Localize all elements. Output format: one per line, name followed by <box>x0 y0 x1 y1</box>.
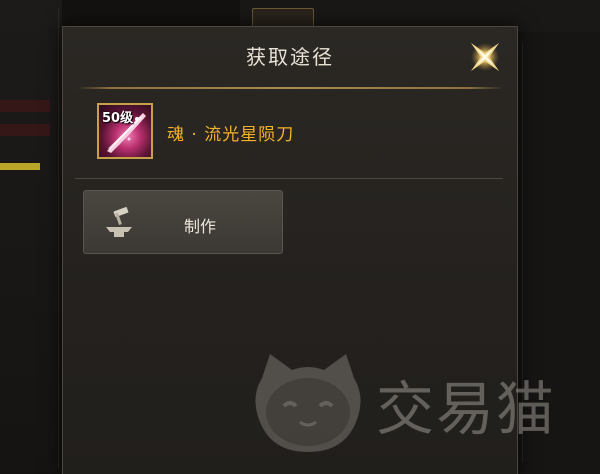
background-bar <box>0 163 40 170</box>
background-red-text <box>0 124 50 136</box>
dialog-title-bar: 获取途径 <box>63 27 517 83</box>
title-divider <box>77 87 503 89</box>
section-divider <box>75 178 503 179</box>
item-row: 50级 魂 · 流光星陨刀 <box>97 103 477 163</box>
watermark-text: 交易猫 <box>376 375 557 443</box>
anvil-hammer-icon <box>102 205 138 241</box>
background-panel-left <box>0 0 62 473</box>
cat-face-logo-icon <box>255 354 361 452</box>
close-icon[interactable] <box>461 33 509 81</box>
craft-source-button[interactable]: 制作 <box>83 190 283 254</box>
craft-label: 制作 <box>184 217 217 236</box>
sword-item-icon[interactable]: 50级 <box>97 103 153 159</box>
dialog-title: 获取途径 <box>246 45 334 69</box>
item-name: 魂 · 流光星陨刀 <box>167 125 295 145</box>
background-red-text <box>0 100 50 112</box>
item-level-badge: 50级 <box>102 111 134 126</box>
watermark: 交易猫 <box>248 348 578 458</box>
background-frame <box>0 8 59 468</box>
